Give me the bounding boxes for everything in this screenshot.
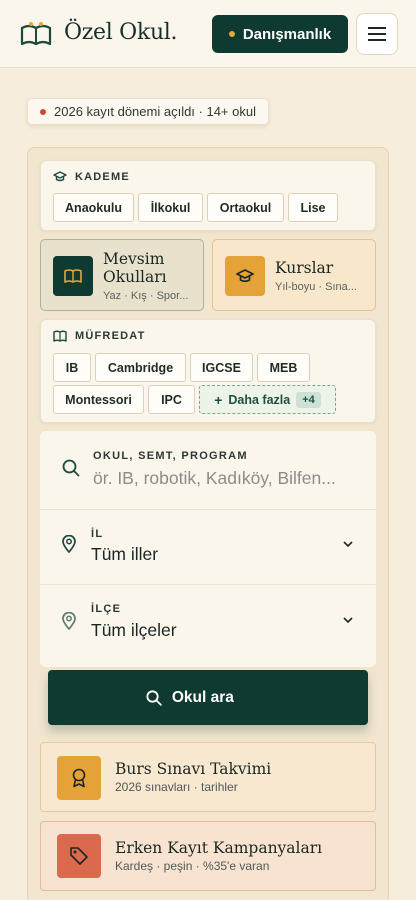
province-label: İL — [91, 528, 104, 540]
chevron-down-icon — [343, 617, 353, 624]
announcement-text: 2026 kayıt dönemi açıldı · 14+ okul — [54, 104, 256, 119]
hamburger-menu-icon — [368, 27, 386, 41]
map-pin-icon — [62, 535, 76, 553]
curriculum-section-title: MÜFREDAT — [53, 330, 146, 342]
live-dot-icon — [40, 108, 46, 115]
level-section-title: KADEME — [53, 171, 130, 183]
graduation-cap-icon — [53, 171, 67, 182]
search-button-label: Okul ara — [171, 688, 234, 706]
program-title: Kurslar — [275, 259, 334, 277]
curriculum-title: MÜFREDAT — [75, 330, 146, 342]
open-book-icon — [53, 256, 93, 296]
card-title: Erken Kayıt Kampanyaları — [115, 839, 323, 857]
district-label: İLÇE — [91, 603, 122, 615]
app-header: Özel Okul. Danışmanlık — [0, 0, 416, 68]
book-icon — [53, 330, 67, 342]
card-subtitle: Kardeş · peşin · %35'e varan — [115, 859, 270, 873]
program-title-line2: Okulları — [103, 268, 167, 286]
search-icon — [62, 459, 80, 477]
curriculum-chip-cambridge[interactable]: Cambridge — [95, 353, 186, 382]
scholarship-calendar-card[interactable]: Burs Sınavı Takvimi 2026 sınavları · tar… — [40, 742, 376, 812]
program-title-line1: Mevsim — [103, 250, 165, 268]
level-chip-ilkokul[interactable]: İlkokul — [138, 193, 203, 222]
level-title: KADEME — [75, 171, 130, 183]
curriculum-chip-ipc[interactable]: IPC — [148, 385, 195, 414]
card-title: Burs Sınavı Takvimi — [115, 760, 272, 778]
chevron-down-icon — [343, 541, 353, 548]
curriculum-chip-montessori[interactable]: Montessori — [53, 385, 144, 414]
program-tile-courses[interactable]: Kurslar Yıl-boyu · Sına... — [212, 239, 376, 311]
early-registration-card[interactable]: Erken Kayıt Kampanyaları Kardeş · peşin … — [40, 821, 376, 891]
program-subtitle: Yaz · Kış · Spor... — [103, 290, 189, 302]
announcement-badge: 2026 kayıt dönemi açıldı · 14+ okul — [27, 98, 269, 125]
map-pin-icon — [62, 612, 76, 630]
curriculum-chip-meb[interactable]: MEB — [257, 353, 310, 382]
status-dot-icon — [228, 31, 235, 37]
curriculum-chip-ib[interactable]: IB — [53, 353, 91, 382]
query-placeholder[interactable]: ör. IB, robotik, Kadıköy, Bilfen... — [93, 468, 336, 489]
province-value: Tüm iller — [91, 544, 159, 564]
price-tag-icon — [57, 834, 101, 878]
result-count: 14 — [257, 691, 271, 704]
search-icon — [146, 689, 162, 706]
curriculum-more-button[interactable]: + Daha fazla +4 — [199, 385, 336, 414]
card-subtitle: 2026 sınavları · tarihler — [115, 780, 238, 794]
program-subtitle: Yıl-boyu · Sına... — [275, 281, 357, 293]
more-count-badge: +4 — [296, 391, 321, 408]
level-chip-lise[interactable]: Lise — [288, 193, 338, 222]
program-tile-seasonal[interactable]: Mevsim Okulları Yaz · Kış · Spor... — [40, 239, 204, 311]
level-chip-anaokulu[interactable]: Anaokulu — [53, 193, 134, 222]
search-button[interactable]: Okul ara 14 — [48, 670, 368, 725]
graduation-cap-icon — [225, 256, 265, 296]
menu-button[interactable] — [356, 13, 398, 55]
district-select[interactable]: İLÇE Tüm ilçeler — [40, 585, 376, 663]
brand-name[interactable]: Özel Okul. — [64, 20, 178, 45]
query-field[interactable]: OKUL, SEMT, PROGRAM ör. IB, robotik, Kad… — [40, 431, 376, 509]
level-chip-ortaokul[interactable]: Ortaokul — [207, 193, 284, 222]
curriculum-chip-igcse[interactable]: IGCSE — [190, 353, 253, 382]
province-select[interactable]: İL Tüm iller — [40, 510, 376, 584]
more-label: Daha fazla — [228, 392, 291, 407]
book-logo-icon[interactable] — [20, 20, 52, 48]
district-value: Tüm ilçeler — [91, 620, 177, 640]
consult-button-label: Danışmanlık — [242, 25, 332, 43]
plus-icon: + — [214, 391, 223, 408]
award-ribbon-icon — [57, 756, 101, 800]
consult-button[interactable]: Danışmanlık — [212, 15, 348, 53]
query-label: OKUL, SEMT, PROGRAM — [93, 450, 248, 462]
